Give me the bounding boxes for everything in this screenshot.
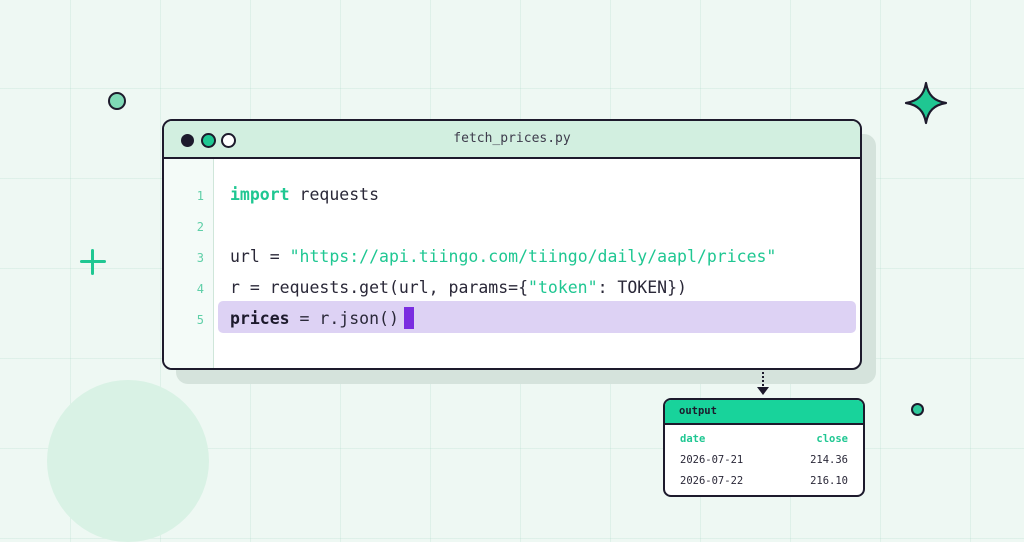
code-line-5[interactable]: prices = r.json()	[230, 307, 414, 329]
keyword-import: import	[230, 185, 290, 204]
column-header-close: close	[816, 433, 848, 445]
output-title: output	[665, 400, 863, 425]
output-panel: output date close 2026-07-21 214.36 2026…	[663, 398, 865, 497]
token-key-string: "token"	[528, 278, 598, 297]
json-call: = r.json()	[289, 309, 399, 328]
prices-variable: prices	[230, 309, 290, 328]
line-number: 3	[196, 251, 204, 265]
code-editor-window: fetch_prices.py 1 2 3 4 5 import request…	[162, 119, 862, 370]
decor-dot-small-icon	[911, 403, 924, 416]
cell-date: 2026-07-21	[680, 454, 744, 466]
request-call-end: : TOKEN})	[597, 278, 687, 297]
decor-circle-large	[47, 380, 209, 542]
code-line-1[interactable]: import requests	[230, 185, 379, 204]
line-number: 5	[196, 313, 204, 327]
window-titlebar: fetch_prices.py	[164, 121, 860, 159]
request-call: r = requests.get(url, params={	[230, 278, 529, 297]
code-line-3[interactable]: url = "https://api.tiingo.com/tiingo/dai…	[230, 247, 776, 266]
table-row: 2026-07-21 214.36	[665, 450, 863, 471]
text-cursor	[403, 307, 414, 329]
line-number: 2	[196, 220, 204, 234]
url-assignment: url =	[230, 247, 290, 266]
plus-icon	[80, 249, 106, 275]
cell-close: 214.36	[810, 454, 848, 466]
line-number: 4	[196, 282, 204, 296]
output-connector	[762, 372, 764, 386]
sparkle-icon	[904, 81, 948, 125]
url-string: "https://api.tiingo.com/tiingo/daily/aap…	[289, 247, 777, 266]
table-row: 2026-07-22 216.10	[665, 471, 863, 492]
arrow-down-icon	[757, 387, 769, 395]
column-header-date: date	[680, 433, 706, 445]
window-title: fetch_prices.py	[453, 131, 571, 146]
line-number: 1	[196, 189, 204, 203]
line-number-gutter: 1 2 3 4 5	[164, 159, 214, 368]
cell-close: 216.10	[810, 475, 848, 487]
output-header-row: date close	[665, 429, 863, 450]
code-line-4[interactable]: r = requests.get(url, params={"token": T…	[230, 278, 687, 297]
module-name: requests	[289, 185, 380, 204]
cell-date: 2026-07-22	[680, 475, 744, 487]
decor-dot-icon	[108, 92, 126, 110]
